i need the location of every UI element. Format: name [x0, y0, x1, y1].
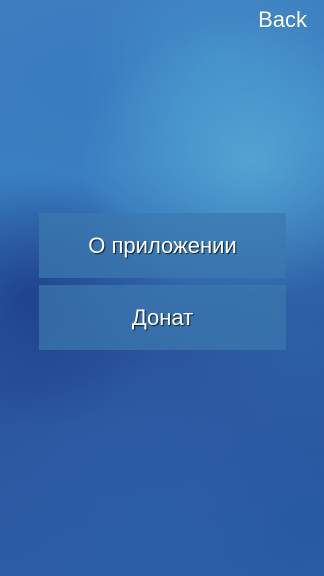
back-button[interactable]: Back — [258, 6, 307, 34]
main-menu: О приложении Донат — [39, 213, 286, 357]
donate-button[interactable]: Донат — [39, 285, 286, 350]
about-button[interactable]: О приложении — [39, 213, 286, 278]
